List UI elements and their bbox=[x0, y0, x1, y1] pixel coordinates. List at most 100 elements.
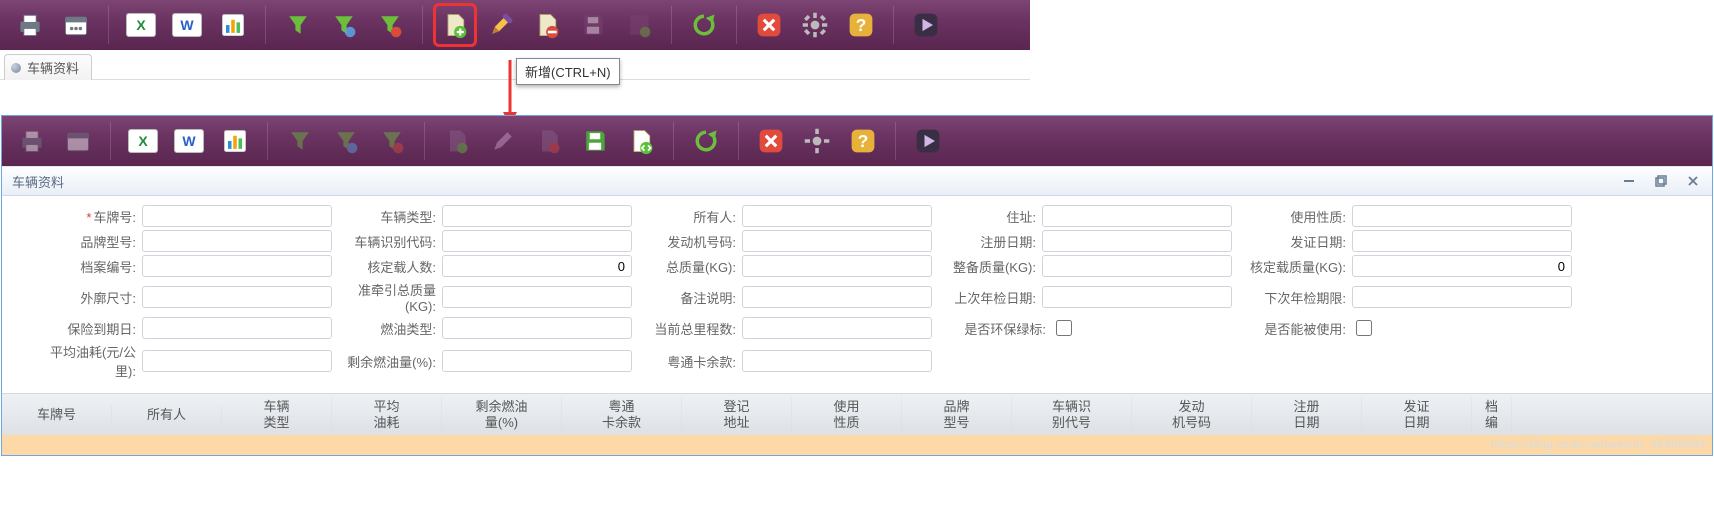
checkbox-usable[interactable] bbox=[1356, 320, 1372, 336]
grid-col-header[interactable]: 发动机号码 bbox=[1132, 397, 1252, 432]
input-fuelcons[interactable] bbox=[142, 350, 332, 372]
play-button[interactable] bbox=[906, 5, 946, 45]
refresh-button[interactable] bbox=[686, 121, 726, 161]
label-curb: 整备质量(KG): bbox=[932, 257, 1042, 276]
label-odometer: 当前总里程数: bbox=[632, 319, 742, 338]
help-button[interactable]: ? bbox=[843, 121, 883, 161]
label-usable: 是否能被使用: bbox=[1232, 319, 1352, 338]
grid-col-header[interactable]: 所有人 bbox=[112, 405, 222, 425]
label-greenlabel: 是否环保绿标: bbox=[932, 319, 1052, 338]
export-word-button[interactable]: W bbox=[167, 5, 207, 45]
label-ratedload: 核定载质量(KG): bbox=[1232, 257, 1352, 276]
input-dims[interactable] bbox=[142, 286, 332, 308]
grid-col-header[interactable]: 平均油耗 bbox=[332, 397, 442, 432]
tooltip-add: 新增(CTRL+N) bbox=[516, 58, 620, 85]
export-excel-button[interactable]: X bbox=[121, 5, 161, 45]
input-engine[interactable] bbox=[742, 230, 932, 252]
tab-vehicle-info[interactable]: 车辆资料 bbox=[4, 54, 92, 80]
label-lastinsp: 上次年检日期: bbox=[932, 288, 1042, 307]
input-fileno[interactable] bbox=[142, 255, 332, 277]
label-towmass: 准牵引总质量(KG): bbox=[332, 280, 442, 314]
calendar-button bbox=[58, 121, 98, 161]
input-owner[interactable] bbox=[742, 205, 932, 227]
input-fuelleft[interactable] bbox=[442, 350, 632, 372]
save-new-button bbox=[619, 5, 659, 45]
close-button[interactable] bbox=[749, 5, 789, 45]
input-curb[interactable] bbox=[1042, 255, 1232, 277]
window-close-button[interactable] bbox=[1684, 172, 1702, 190]
label-fueltype: 燃油类型: bbox=[332, 319, 442, 338]
settings-button[interactable] bbox=[795, 5, 835, 45]
input-lastinsp[interactable] bbox=[1042, 286, 1232, 308]
grid-col-header[interactable]: 剩余燃油量(%) bbox=[442, 397, 562, 432]
edit-button bbox=[483, 121, 523, 161]
edit-button[interactable] bbox=[481, 5, 521, 45]
input-fueltype[interactable] bbox=[442, 317, 632, 339]
filter-clear-button bbox=[372, 121, 412, 161]
input-towmass[interactable] bbox=[442, 286, 632, 308]
grid-col-header[interactable]: 档编 bbox=[1472, 397, 1512, 432]
input-usage[interactable] bbox=[1352, 205, 1572, 227]
input-brand[interactable] bbox=[142, 230, 332, 252]
export-excel-button[interactable]: X bbox=[123, 121, 163, 161]
grid-col-header[interactable]: 车辆识别代号 bbox=[1012, 397, 1132, 432]
panel-title: 车辆资料 bbox=[12, 172, 64, 191]
label-owner: 所有人: bbox=[632, 207, 742, 226]
refresh-button[interactable] bbox=[684, 5, 724, 45]
label-dims: 外廓尺寸: bbox=[32, 288, 142, 307]
input-plate[interactable] bbox=[142, 205, 332, 227]
play-button[interactable] bbox=[908, 121, 948, 161]
grid-col-header[interactable]: 车牌号 bbox=[2, 405, 112, 425]
calendar-button[interactable] bbox=[56, 5, 96, 45]
grid-col-header[interactable]: 使用性质 bbox=[792, 397, 902, 432]
window-restore-button[interactable] bbox=[1652, 172, 1670, 190]
label-gross: 总质量(KG): bbox=[632, 257, 742, 276]
label-plate: 车牌号: bbox=[93, 210, 136, 225]
filter-clear-button[interactable] bbox=[370, 5, 410, 45]
label-fuelleft: 剩余燃油量(%): bbox=[332, 352, 442, 371]
grid-col-header[interactable]: 发证日期 bbox=[1362, 397, 1472, 432]
input-remark[interactable] bbox=[742, 286, 932, 308]
svg-text:?: ? bbox=[858, 131, 869, 151]
save-new-button[interactable] bbox=[621, 121, 661, 161]
add-button[interactable] bbox=[435, 5, 475, 45]
chart-button[interactable] bbox=[213, 5, 253, 45]
grid-insert-row[interactable] bbox=[2, 435, 1712, 455]
chart-button[interactable] bbox=[215, 121, 255, 161]
label-nextinsp: 下次年检期限: bbox=[1232, 288, 1352, 307]
tab-label: 车辆资料 bbox=[27, 58, 79, 77]
grid-col-header[interactable]: 车辆类型 bbox=[222, 397, 332, 432]
label-vtype: 车辆类型: bbox=[332, 207, 442, 226]
grid-col-header[interactable]: 注册日期 bbox=[1252, 397, 1362, 432]
input-ytcard[interactable] bbox=[742, 350, 932, 372]
save-button[interactable] bbox=[575, 121, 615, 161]
print-button[interactable] bbox=[10, 5, 50, 45]
input-gross[interactable] bbox=[742, 255, 932, 277]
filter-toggle-button bbox=[326, 121, 366, 161]
input-vtype[interactable] bbox=[442, 205, 632, 227]
input-vin[interactable] bbox=[442, 230, 632, 252]
filter-button[interactable] bbox=[278, 5, 318, 45]
grid-col-header[interactable]: 品牌型号 bbox=[902, 397, 1012, 432]
add-button bbox=[437, 121, 477, 161]
input-nextinsp[interactable] bbox=[1352, 286, 1572, 308]
filter-toggle-button[interactable] bbox=[324, 5, 364, 45]
input-insurexp[interactable] bbox=[142, 317, 332, 339]
checkbox-greenlabel[interactable] bbox=[1056, 320, 1072, 336]
label-brand: 品牌型号: bbox=[32, 232, 142, 251]
settings-button[interactable] bbox=[797, 121, 837, 161]
input-addr[interactable] bbox=[1042, 205, 1232, 227]
grid-col-header[interactable]: 粤通卡余款 bbox=[562, 397, 682, 432]
input-odometer[interactable] bbox=[742, 317, 932, 339]
input-ratedload[interactable] bbox=[1352, 255, 1572, 277]
delete-button[interactable] bbox=[527, 5, 567, 45]
input-seats[interactable] bbox=[442, 255, 632, 277]
window-minimize-button[interactable] bbox=[1620, 172, 1638, 190]
input-regdate[interactable] bbox=[1042, 230, 1232, 252]
input-issue[interactable] bbox=[1352, 230, 1572, 252]
export-word-button[interactable]: W bbox=[169, 121, 209, 161]
label-insurexp: 保险到期日: bbox=[32, 319, 142, 338]
help-button[interactable]: ? bbox=[841, 5, 881, 45]
close-button[interactable] bbox=[751, 121, 791, 161]
grid-col-header[interactable]: 登记地址 bbox=[682, 397, 792, 432]
